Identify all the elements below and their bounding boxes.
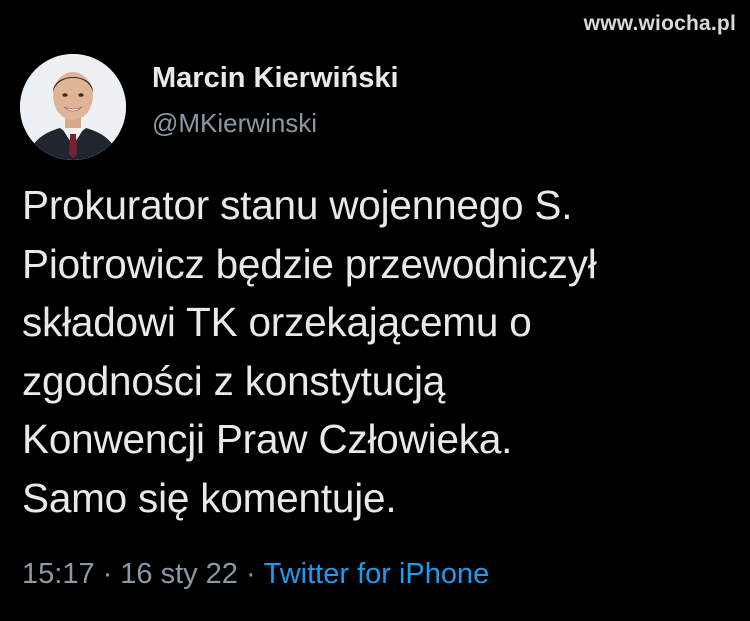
tweet-text-line: Piotrowicz będzie przewodniczył <box>22 240 597 287</box>
avatar[interactable] <box>20 54 126 160</box>
tweet-source-link[interactable]: Twitter for iPhone <box>264 558 490 590</box>
meta-separator: · <box>245 558 256 590</box>
tweet-text: Prokurator stanu wojennego S. Piotrowicz… <box>22 176 737 527</box>
tweet-time[interactable]: 15:17 <box>22 558 95 590</box>
tweet-text-line: zgodności z konstytucją <box>22 357 446 404</box>
tweet-text-line: składowi TK orzekającemu o <box>22 299 532 345</box>
watermark: www.wiocha.pl <box>583 12 736 35</box>
user-handle[interactable]: @MKierwinski <box>152 106 399 140</box>
meta-separator: · <box>102 558 113 590</box>
tweet-screenshot: www.wiocha.pl Marcin Kierwiński @MKierwi… <box>0 0 750 621</box>
tweet-text-line: Prokurator stanu wojennego S. <box>22 182 573 228</box>
tweet-header: Marcin Kierwiński @MKierwinski <box>20 54 399 160</box>
author-info: Marcin Kierwiński @MKierwinski <box>152 62 399 140</box>
display-name[interactable]: Marcin Kierwiński <box>152 60 399 96</box>
profile-photo-icon <box>20 54 126 160</box>
tweet-text-line: Samo się komentuje. <box>22 474 397 521</box>
tweet-meta: 15:17 · 16 sty 22 · Twitter for iPhone <box>22 554 489 594</box>
tweet-date[interactable]: 16 sty 22 <box>120 558 238 590</box>
tweet-text-line: Konwencji Praw Człowieka. <box>22 416 513 462</box>
